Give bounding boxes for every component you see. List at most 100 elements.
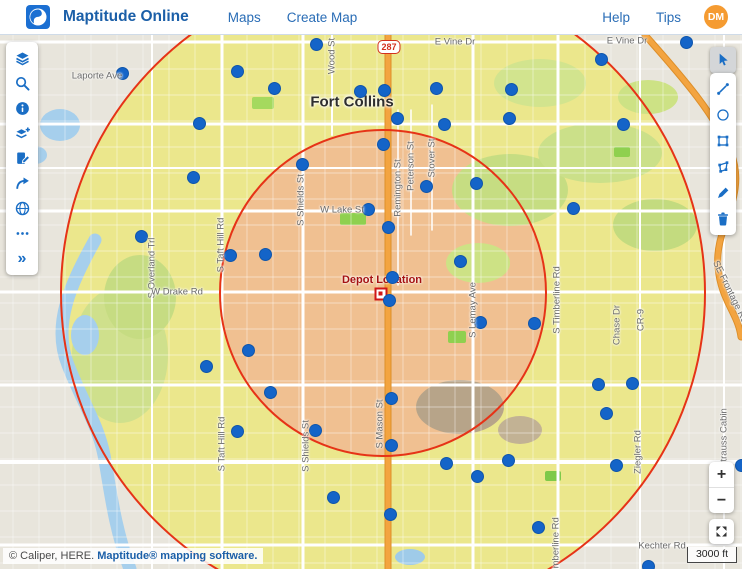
- polygon-select-button[interactable]: [710, 154, 736, 180]
- search-button[interactable]: [6, 71, 38, 96]
- attribution-text: © Caliper, HERE.: [9, 550, 94, 562]
- map-point[interactable]: [503, 112, 516, 125]
- more-tools-button[interactable]: [6, 221, 38, 246]
- street-label: SE Frontage Rd: [710, 259, 742, 325]
- map-point[interactable]: [354, 85, 367, 98]
- attribution-link[interactable]: Maptitude® mapping software.: [97, 550, 257, 562]
- zoom-panel: + −: [709, 462, 734, 513]
- maptitude-logo[interactable]: [26, 5, 50, 29]
- map-point[interactable]: [385, 439, 398, 452]
- help-link[interactable]: Help: [602, 10, 630, 25]
- map-point[interactable]: [617, 118, 630, 131]
- map-point[interactable]: [242, 344, 255, 357]
- street-label: Strauss Cabin: [719, 408, 730, 468]
- street-label: W Lake St: [320, 205, 364, 216]
- globe-icon: [14, 200, 31, 217]
- map-point[interactable]: [502, 454, 515, 467]
- pointer-icon: [715, 52, 731, 68]
- map-point[interactable]: [600, 407, 613, 420]
- circle-tool-button[interactable]: [710, 102, 736, 128]
- layers-button[interactable]: [6, 46, 38, 71]
- map-point[interactable]: [296, 158, 309, 171]
- map-point[interactable]: [231, 425, 244, 438]
- street-label: Chase Dr: [612, 305, 623, 345]
- street-label: Ziegler Rd: [633, 430, 644, 474]
- street-label: W Drake Rd: [151, 287, 203, 298]
- map-point[interactable]: [430, 82, 443, 95]
- street-label: S Timberline Rd: [552, 266, 563, 334]
- user-avatar[interactable]: DM: [704, 5, 728, 29]
- map-point[interactable]: [454, 255, 467, 268]
- nav-create-map[interactable]: Create Map: [287, 10, 358, 25]
- share-arrow-icon: [14, 175, 31, 192]
- map-point[interactable]: [735, 459, 742, 472]
- map-point[interactable]: [310, 38, 323, 51]
- map-point[interactable]: [377, 138, 390, 151]
- map-point[interactable]: [642, 560, 655, 569]
- expand-toolbar-button[interactable]: »: [6, 246, 38, 271]
- zoom-in-button[interactable]: +: [709, 462, 734, 488]
- zoom-out-button[interactable]: −: [709, 488, 734, 513]
- street-label: S Taft Hill Rd: [217, 417, 228, 472]
- depot-label: Depot Location: [342, 274, 422, 286]
- map-point[interactable]: [327, 491, 340, 504]
- street-label: S Timberline Rd: [551, 517, 562, 569]
- map-point[interactable]: [231, 65, 244, 78]
- map-point[interactable]: [391, 112, 404, 125]
- share-button[interactable]: [6, 171, 38, 196]
- map-point[interactable]: [505, 83, 518, 96]
- map-point[interactable]: [440, 457, 453, 470]
- map-point[interactable]: [385, 392, 398, 405]
- left-toolbar: »: [6, 42, 38, 275]
- header: Maptitude Online Maps Create Map Help Ti…: [0, 0, 742, 35]
- map-attribution: © Caliper, HERE. Maptitude® mapping soft…: [3, 548, 263, 564]
- info-icon: [14, 100, 31, 117]
- measure-line-button[interactable]: [710, 76, 736, 102]
- map-canvas[interactable]: 287 Fort Collins Depot Location Laporte …: [0, 35, 742, 569]
- double-chevron-icon: »: [18, 251, 27, 267]
- map-point[interactable]: [378, 84, 391, 97]
- map-point[interactable]: [187, 171, 200, 184]
- street-label: E Vine Dr: [435, 37, 475, 48]
- info-button[interactable]: [6, 96, 38, 121]
- map-overlays: 287 Fort Collins Depot Location Laporte …: [0, 35, 742, 569]
- right-toolbar: [710, 73, 736, 235]
- tips-link[interactable]: Tips: [656, 10, 681, 25]
- map-point[interactable]: [200, 360, 213, 373]
- rectangle-select-icon: [715, 133, 731, 149]
- delete-button[interactable]: [710, 206, 736, 232]
- map-point[interactable]: [386, 271, 399, 284]
- map-point[interactable]: [259, 248, 272, 261]
- map-point[interactable]: [626, 377, 639, 390]
- map-point[interactable]: [592, 378, 605, 391]
- map-point[interactable]: [193, 117, 206, 130]
- map-point[interactable]: [595, 53, 608, 66]
- map-point[interactable]: [528, 317, 541, 330]
- nav-maps[interactable]: Maps: [228, 10, 261, 25]
- pointer-tool-button[interactable]: [710, 47, 736, 73]
- map-point[interactable]: [567, 202, 580, 215]
- map-point[interactable]: [384, 508, 397, 521]
- map-point[interactable]: [264, 386, 277, 399]
- rectangle-select-button[interactable]: [710, 128, 736, 154]
- web-button[interactable]: [6, 196, 38, 221]
- map-point[interactable]: [680, 36, 693, 49]
- fullscreen-button[interactable]: [709, 519, 734, 544]
- street-label: Peterson St: [406, 141, 417, 191]
- map-point[interactable]: [420, 180, 433, 193]
- map-point[interactable]: [471, 470, 484, 483]
- map-point[interactable]: [438, 118, 451, 131]
- draw-marker-icon: [715, 185, 731, 201]
- map-scale: 3000 ft: [687, 547, 737, 563]
- draw-button[interactable]: [710, 180, 736, 206]
- add-layer-button[interactable]: [6, 121, 38, 146]
- map-point[interactable]: [383, 294, 396, 307]
- map-point[interactable]: [532, 521, 545, 534]
- street-label: Wood St: [327, 38, 338, 74]
- map-point[interactable]: [382, 221, 395, 234]
- map-point[interactable]: [610, 459, 623, 472]
- map-point[interactable]: [470, 177, 483, 190]
- edit-document-button[interactable]: [6, 146, 38, 171]
- add-layer-icon: [14, 125, 31, 142]
- map-point[interactable]: [268, 82, 281, 95]
